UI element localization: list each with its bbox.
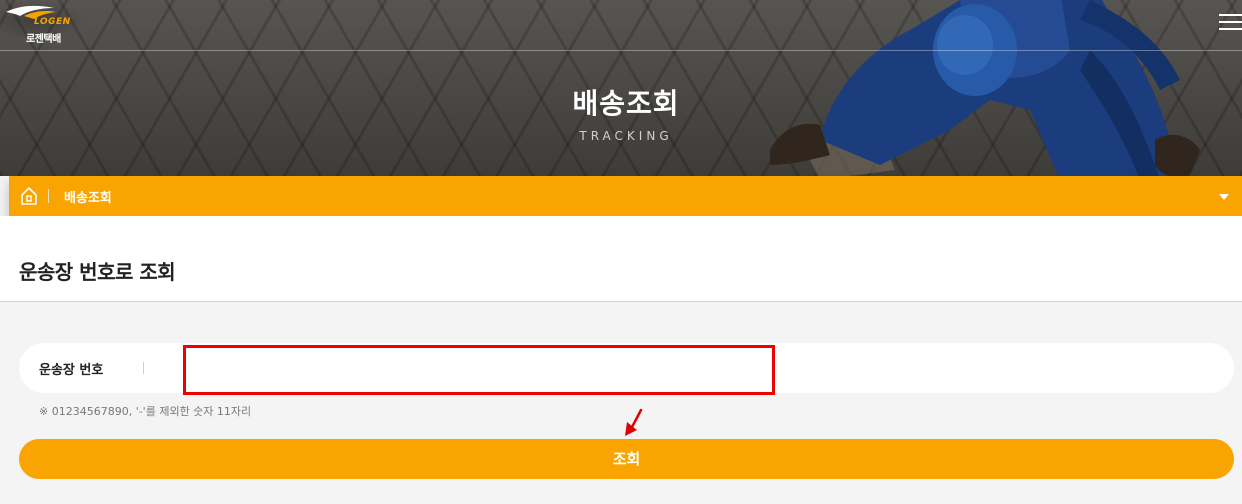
breadcrumb: 배송조회 bbox=[9, 176, 1242, 216]
hero-banner: LOGEN 로젠택배 배송조회 TRACKING bbox=[0, 0, 1242, 176]
search-section-header: 운송장 번호로 조회 bbox=[0, 216, 1242, 302]
hamburger-menu-icon[interactable] bbox=[1219, 14, 1242, 32]
search-button[interactable]: 조회 bbox=[19, 439, 1234, 479]
section-title: 운송장 번호로 조회 bbox=[19, 260, 176, 284]
page-title: 배송조회 bbox=[572, 87, 680, 120]
tracking-number-field: 운송장 번호 bbox=[19, 343, 1234, 395]
breadcrumb-divider bbox=[48, 189, 49, 203]
logo-text-en: LOGEN bbox=[34, 17, 71, 27]
field-divider bbox=[143, 362, 144, 374]
tracking-number-input[interactable] bbox=[183, 345, 775, 395]
input-hint: ※ 01234567890, '-'를 제외한 숫자 11자리 bbox=[39, 405, 252, 418]
caret-down-icon[interactable] bbox=[1219, 194, 1229, 200]
breadcrumb-current[interactable]: 배송조회 bbox=[64, 187, 112, 206]
annotation-arrow-icon bbox=[625, 408, 643, 436]
home-icon[interactable] bbox=[20, 186, 38, 206]
tracking-number-label: 운송장 번호 bbox=[39, 363, 104, 378]
header-divider bbox=[0, 50, 1242, 51]
logo-text-ko: 로젠택배 bbox=[26, 34, 61, 45]
page-subtitle: TRACKING bbox=[579, 129, 673, 143]
logen-logo[interactable]: LOGEN 로젠택배 bbox=[4, 2, 70, 46]
